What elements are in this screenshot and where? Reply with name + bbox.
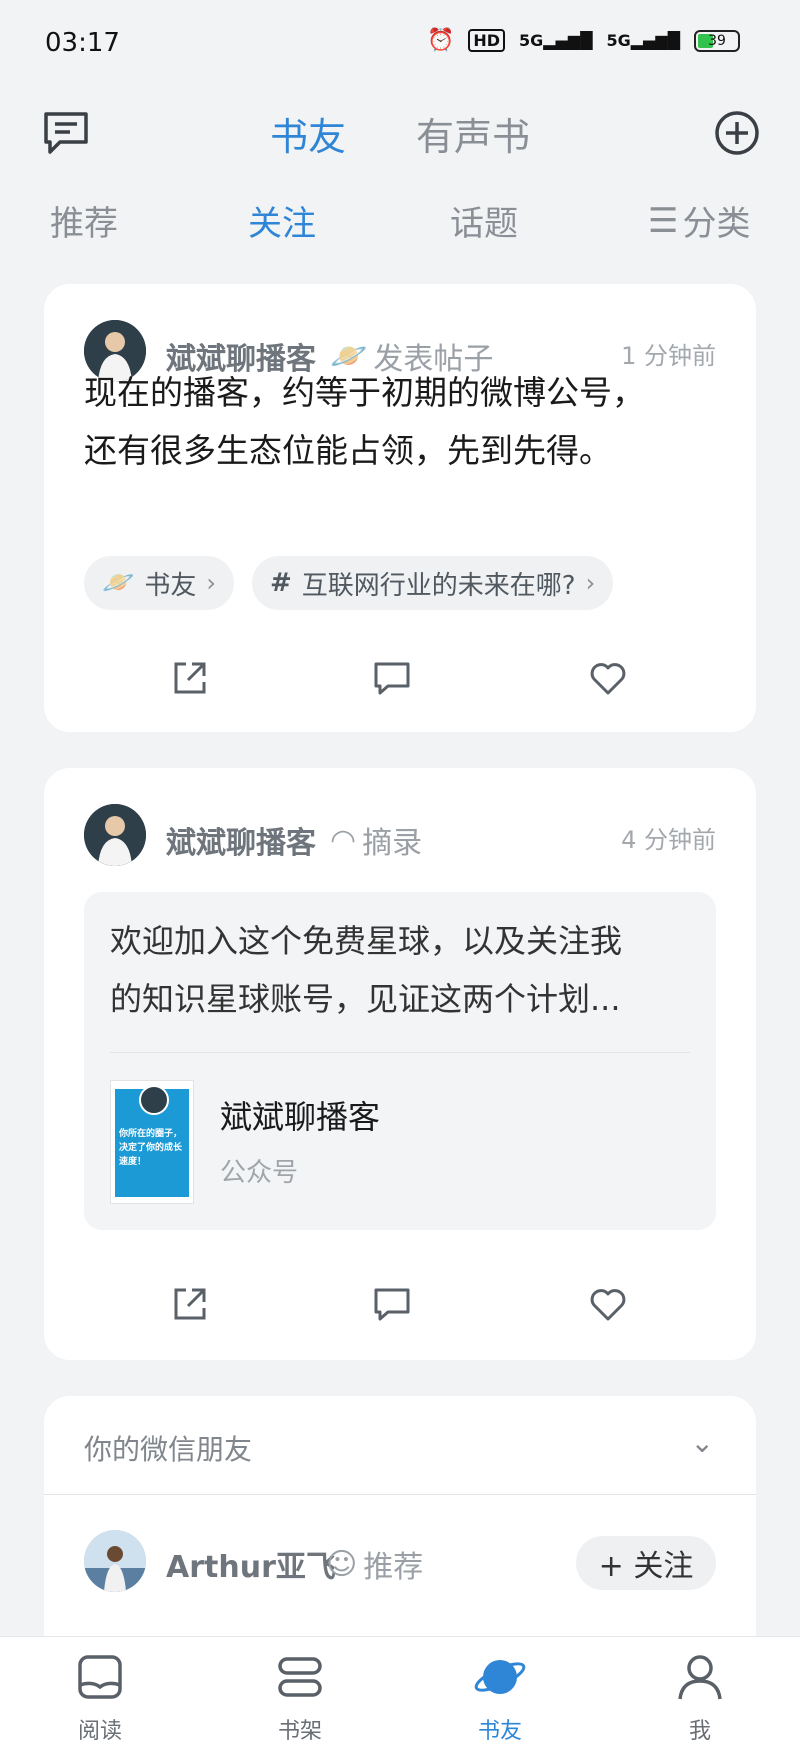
comment-icon[interactable]	[372, 1284, 412, 1328]
book-icon	[78, 1655, 122, 1699]
eye-icon: ◠	[330, 822, 357, 858]
signal-5g-icon-1: 5G▂▄▆█	[519, 31, 593, 50]
topic-chip-shuyou[interactable]: 🪐 书友 ›	[84, 556, 234, 610]
planet-icon	[474, 1660, 526, 1694]
hd-icon: HD	[468, 29, 506, 52]
tab-category[interactable]: ☰ 分类	[648, 196, 750, 245]
post-username[interactable]: 斌斌聊播客	[166, 818, 316, 862]
post-text[interactable]: 现在的播客，约等于初期的微博公号， 还有很多生态位能占领，先到先得。	[84, 364, 724, 480]
hash-icon: #	[270, 568, 292, 598]
comment-icon[interactable]	[372, 658, 412, 702]
add-icon[interactable]	[714, 110, 760, 160]
nav-shelf[interactable]: 书架	[240, 1651, 360, 1745]
shelf-icon	[278, 1657, 322, 1697]
excerpt-text: 欢迎加入这个免费星球，以及关注我 的知识星球账号，见证这两个计划...	[110, 922, 623, 1018]
smile-icon: ☺	[326, 1546, 358, 1582]
tab-topics[interactable]: 话题	[450, 196, 518, 245]
friend-tag: ☺ 推荐	[326, 1546, 424, 1586]
post-type: ◠ 摘录	[330, 822, 423, 862]
chevron-right-icon: ›	[585, 569, 596, 597]
share-icon[interactable]	[170, 658, 210, 702]
follow-button[interactable]: + 关注	[576, 1536, 716, 1590]
like-icon[interactable]	[588, 1284, 628, 1328]
excerpt-box[interactable]: 欢迎加入这个免费星球，以及关注我 的知识星球账号，见证这两个计划... 你所在的…	[84, 892, 716, 1230]
topic-chip-hashtag[interactable]: # 互联网行业的未来在哪? ›	[252, 556, 614, 610]
signal-5g-icon-2: 5G▂▄▆█	[606, 31, 680, 50]
tab-audiobook[interactable]: 有声书	[416, 106, 530, 161]
chevron-down-icon[interactable]: ⌄	[691, 1426, 714, 1459]
status-time: 03:17	[45, 28, 120, 58]
avatar[interactable]	[84, 804, 146, 866]
divider	[44, 1494, 756, 1495]
planet-icon: 🪐	[102, 568, 135, 598]
battery-level: 39	[708, 32, 726, 49]
linked-account-name[interactable]: 斌斌聊播客	[220, 1092, 380, 1138]
divider	[110, 1052, 690, 1053]
status-icons: ⏰ HD 5G▂▄▆█ 5G▂▄▆█ 39	[427, 28, 740, 53]
nav-me[interactable]: 我	[640, 1651, 760, 1745]
post-card[interactable]: 斌斌聊播客 🪐 发表帖子 1 分钟前 现在的播客，约等于初期的微博公号， 还有很…	[44, 284, 756, 732]
message-icon[interactable]	[42, 110, 90, 160]
tab-shuyou[interactable]: 书友	[270, 106, 346, 161]
person-icon	[678, 1655, 722, 1700]
like-icon[interactable]	[588, 658, 628, 702]
alarm-icon: ⏰	[426, 28, 455, 53]
share-icon[interactable]	[170, 1284, 210, 1328]
tab-following[interactable]: 关注	[248, 196, 316, 245]
nav-read[interactable]: 阅读	[40, 1651, 160, 1745]
menu-icon: ☰	[648, 200, 679, 241]
post-time: 4 分钟前	[621, 826, 716, 854]
tab-recommend[interactable]: 推荐	[50, 196, 118, 245]
linked-account-kind: 公众号	[220, 1158, 299, 1188]
friend-username[interactable]: Arthur亚飞	[166, 1542, 336, 1586]
friend-avatar[interactable]	[84, 1530, 146, 1592]
nav-shuyou[interactable]: 书友	[440, 1651, 560, 1745]
post-card[interactable]: 斌斌聊播客 ◠ 摘录 4 分钟前 欢迎加入这个免费星球，以及关注我 的知识星球账…	[44, 768, 756, 1360]
chevron-right-icon: ›	[206, 569, 216, 597]
battery-icon: 39	[694, 29, 740, 52]
account-thumbnail[interactable]: 你所在的圈子，决定了你的成长速度！	[110, 1080, 194, 1204]
friends-section-title: 你的微信朋友	[84, 1433, 253, 1466]
bottom-nav: 阅读 书架 书友 我	[0, 1636, 800, 1761]
